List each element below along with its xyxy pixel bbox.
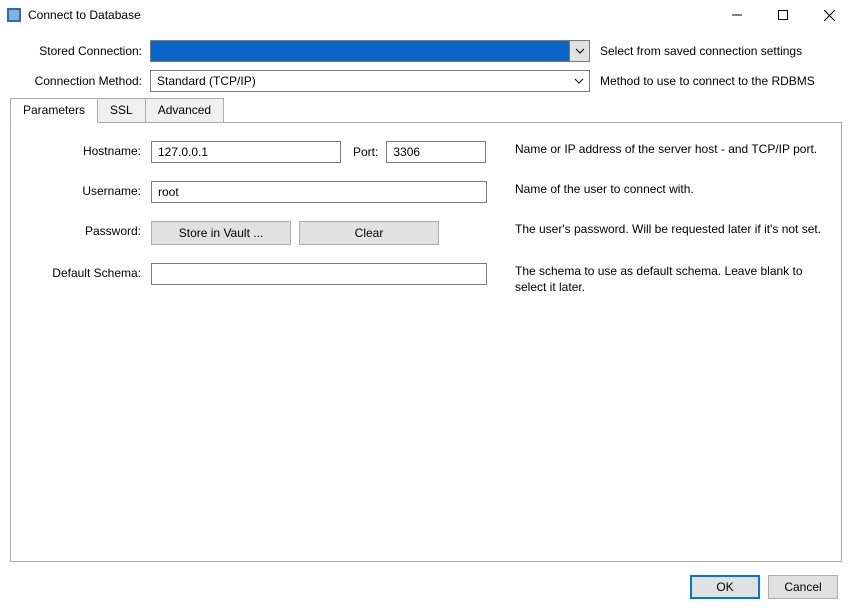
cancel-button[interactable]: Cancel [768,575,838,599]
port-label: Port: [347,145,380,159]
tab-parameters[interactable]: Parameters [10,98,98,123]
connection-method-help: Method to use to connect to the RDBMS [590,74,842,88]
maximize-button[interactable] [760,0,806,30]
connection-method-value: Standard (TCP/IP) [157,74,256,88]
clear-password-button[interactable]: Clear [299,221,439,245]
default-schema-help: The schema to use as default schema. Lea… [501,263,827,295]
dialog-footer: OK Cancel [690,575,838,599]
window-title: Connect to Database [28,8,141,22]
username-input[interactable] [151,181,487,203]
default-schema-input[interactable] [151,263,487,285]
minimize-button[interactable] [714,0,760,30]
tab-ssl[interactable]: SSL [98,98,146,122]
username-label: Username: [25,181,151,203]
stored-connection-select[interactable] [150,40,590,62]
default-schema-label: Default Schema: [25,263,151,295]
hostname-label: Hostname: [25,141,151,163]
titlebar: Connect to Database [0,0,852,30]
chevron-down-icon [569,71,589,91]
password-label: Password: [25,221,151,245]
store-in-vault-button[interactable]: Store in Vault ... [151,221,291,245]
chevron-down-icon [569,41,589,61]
username-help: Name of the user to connect with. [501,181,827,203]
close-button[interactable] [806,0,852,30]
ok-button[interactable]: OK [690,575,760,599]
password-help: The user's password. Will be requested l… [501,221,827,245]
app-icon [6,7,22,23]
tabstrip: Parameters SSL Advanced [10,98,842,122]
hostname-help: Name or IP address of the server host - … [501,141,827,163]
hostname-input[interactable] [151,141,341,163]
port-input[interactable] [386,141,486,163]
window-controls [714,0,852,30]
tab-panel-parameters: Hostname: Port: Name or IP address of th… [10,122,842,562]
connection-method-select[interactable]: Standard (TCP/IP) [150,70,590,92]
connection-method-label: Connection Method: [10,74,150,88]
stored-connection-help: Select from saved connection settings [590,44,842,58]
stored-connection-label: Stored Connection: [10,44,150,58]
dialog-content: Stored Connection: Select from saved con… [0,30,852,562]
tab-advanced[interactable]: Advanced [146,98,224,122]
